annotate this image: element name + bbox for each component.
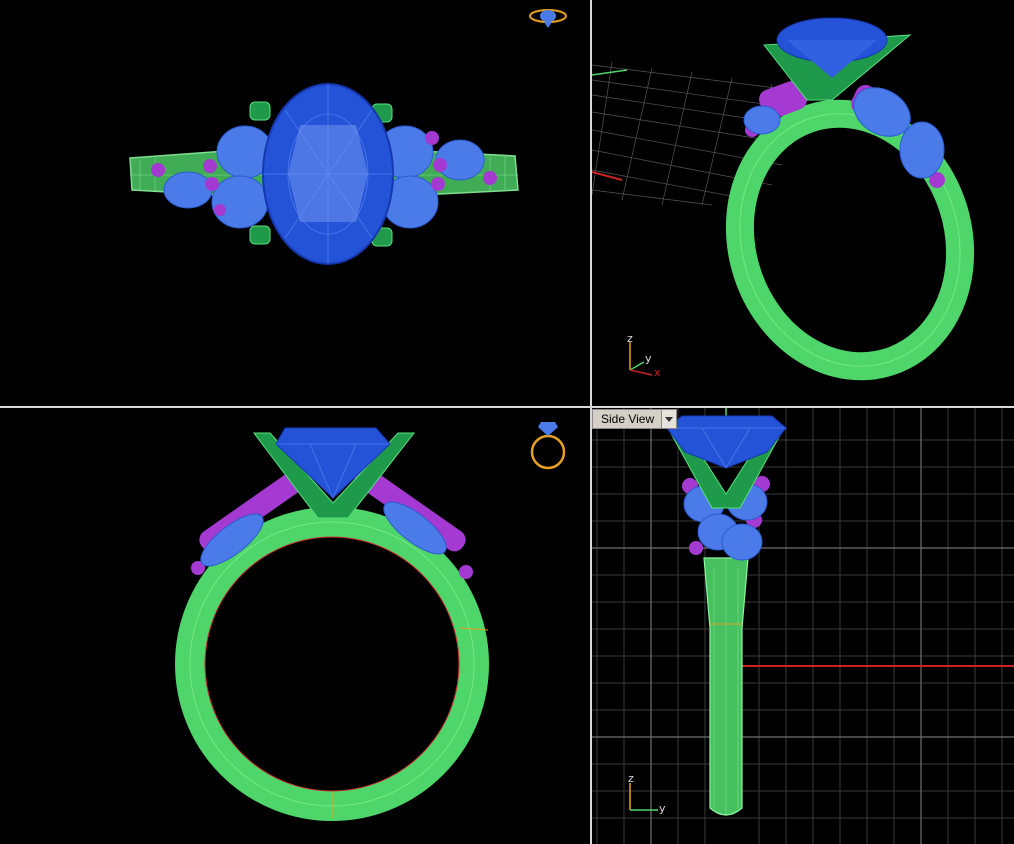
viewport-divider-horizontal[interactable]: [0, 406, 1014, 408]
axis-label-y: y: [645, 352, 652, 365]
viewport-top[interactable]: [0, 0, 590, 406]
ring-top-view-icon: [529, 9, 567, 28]
perspective-axis-triad: [629, 342, 653, 376]
viewport-label-dropdown[interactable]: Side View: [592, 409, 678, 429]
axis-label-z: z: [627, 332, 633, 345]
axis-label-x: x: [654, 366, 661, 379]
ring-front-view-icon: [530, 422, 566, 470]
dropdown-arrow-icon[interactable]: [661, 410, 677, 428]
side-view-axis-triad: [629, 783, 658, 811]
viewport-front[interactable]: [0, 408, 590, 844]
viewport-side[interactable]: z y Side View: [592, 408, 1014, 844]
axis-label-z: z: [628, 772, 634, 785]
axis-label-y: y: [659, 802, 666, 815]
viewport-divider-vertical[interactable]: [590, 0, 592, 844]
viewport-perspective[interactable]: z y x: [592, 0, 1014, 406]
viewport-label-text: Side View: [601, 412, 655, 426]
